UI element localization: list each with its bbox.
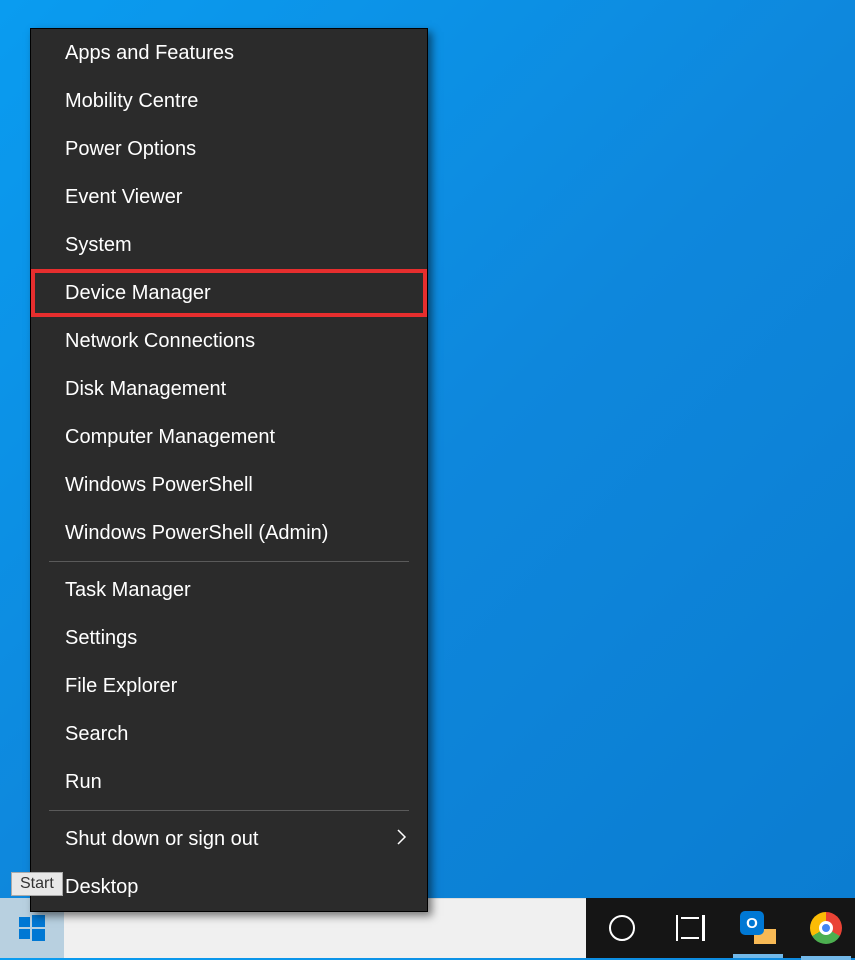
- task-view-icon: [676, 915, 705, 941]
- outlook-icon: O: [740, 910, 776, 946]
- menu-item-label: Mobility Centre: [65, 90, 198, 113]
- menu-item-label: Power Options: [65, 138, 196, 161]
- menu-item-label: Computer Management: [65, 426, 275, 449]
- menu-item-label: Task Manager: [65, 579, 191, 602]
- menu-item-label: Apps and Features: [65, 42, 234, 65]
- menu-section-1: Apps and Features Mobility Centre Power …: [31, 29, 427, 557]
- taskbar-app-outlook[interactable]: O: [738, 908, 778, 948]
- cortana-button[interactable]: [602, 908, 642, 948]
- menu-item-label: System: [65, 234, 132, 257]
- menu-item-windows-powershell-admin[interactable]: Windows PowerShell (Admin): [31, 509, 427, 557]
- menu-section-2: Task Manager Settings File Explorer Sear…: [31, 566, 427, 806]
- menu-item-label: Settings: [65, 627, 137, 650]
- menu-item-power-options[interactable]: Power Options: [31, 125, 427, 173]
- menu-item-disk-management[interactable]: Disk Management: [31, 365, 427, 413]
- menu-item-shutdown-signout[interactable]: Shut down or sign out: [31, 815, 427, 863]
- cortana-icon: [609, 915, 635, 941]
- menu-item-network-connections[interactable]: Network Connections: [31, 317, 427, 365]
- menu-item-label: Windows PowerShell: [65, 474, 253, 497]
- tooltip-text: Start: [20, 875, 54, 892]
- menu-item-device-manager[interactable]: Device Manager: [31, 269, 427, 317]
- taskbar-app-chrome[interactable]: [806, 908, 846, 948]
- chrome-icon: [810, 912, 842, 944]
- menu-item-mobility-centre[interactable]: Mobility Centre: [31, 77, 427, 125]
- menu-item-file-explorer[interactable]: File Explorer: [31, 662, 427, 710]
- menu-item-label: Event Viewer: [65, 186, 182, 209]
- menu-divider: [49, 810, 409, 811]
- menu-item-desktop[interactable]: Desktop: [31, 863, 427, 911]
- task-view-button[interactable]: [670, 908, 710, 948]
- menu-item-apps-and-features[interactable]: Apps and Features: [31, 29, 427, 77]
- menu-item-settings[interactable]: Settings: [31, 614, 427, 662]
- menu-item-event-viewer[interactable]: Event Viewer: [31, 173, 427, 221]
- windows-logo-icon: [19, 915, 45, 941]
- menu-item-task-manager[interactable]: Task Manager: [31, 566, 427, 614]
- menu-item-search[interactable]: Search: [31, 710, 427, 758]
- menu-item-label: Search: [65, 723, 128, 746]
- taskbar-right: O: [586, 898, 855, 958]
- menu-item-label: Windows PowerShell (Admin): [65, 522, 328, 545]
- chevron-right-icon: [397, 828, 407, 851]
- menu-section-3: Shut down or sign out Desktop: [31, 815, 427, 911]
- menu-item-windows-powershell[interactable]: Windows PowerShell: [31, 461, 427, 509]
- menu-item-label: Shut down or sign out: [65, 828, 258, 851]
- active-indicator: [733, 954, 783, 958]
- menu-item-computer-management[interactable]: Computer Management: [31, 413, 427, 461]
- menu-item-label: File Explorer: [65, 675, 177, 698]
- menu-item-system[interactable]: System: [31, 221, 427, 269]
- desktop: Apps and Features Mobility Centre Power …: [0, 0, 855, 958]
- winx-context-menu: Apps and Features Mobility Centre Power …: [30, 28, 428, 912]
- active-indicator: [801, 956, 851, 960]
- menu-item-label: Network Connections: [65, 330, 255, 353]
- menu-item-label: Device Manager: [65, 282, 211, 305]
- menu-item-label: Disk Management: [65, 378, 226, 401]
- menu-item-run[interactable]: Run: [31, 758, 427, 806]
- menu-divider: [49, 561, 409, 562]
- menu-item-label: Run: [65, 771, 102, 794]
- start-tooltip: Start: [11, 872, 63, 896]
- menu-item-label: Desktop: [65, 876, 138, 899]
